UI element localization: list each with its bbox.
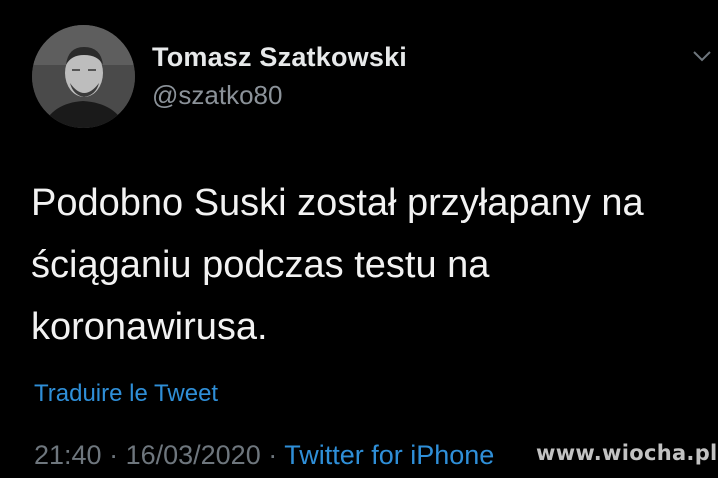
tweet-text: Podobno Suski został przyłapany na ściąg…: [31, 182, 644, 348]
separator: ·: [101, 440, 126, 470]
tweet-time: 21:40: [34, 440, 102, 470]
avatar[interactable]: [32, 25, 135, 128]
author-handle[interactable]: @szatko80: [152, 80, 282, 111]
chevron-down-icon[interactable]: [691, 48, 713, 64]
tweet-date: 16/03/2020: [125, 440, 261, 470]
translate-tweet-link[interactable]: Traduire le Tweet: [34, 380, 218, 408]
author-display-name[interactable]: Tomasz Szatkowski: [152, 42, 407, 73]
tweet-metadata: 21:40 · 16/03/2020 · Twitter for iPhone: [34, 440, 494, 471]
watermark: www.wiocha.pl: [536, 441, 718, 465]
tweet-source-link[interactable]: Twitter for iPhone: [284, 440, 494, 470]
separator: ·: [260, 440, 285, 470]
